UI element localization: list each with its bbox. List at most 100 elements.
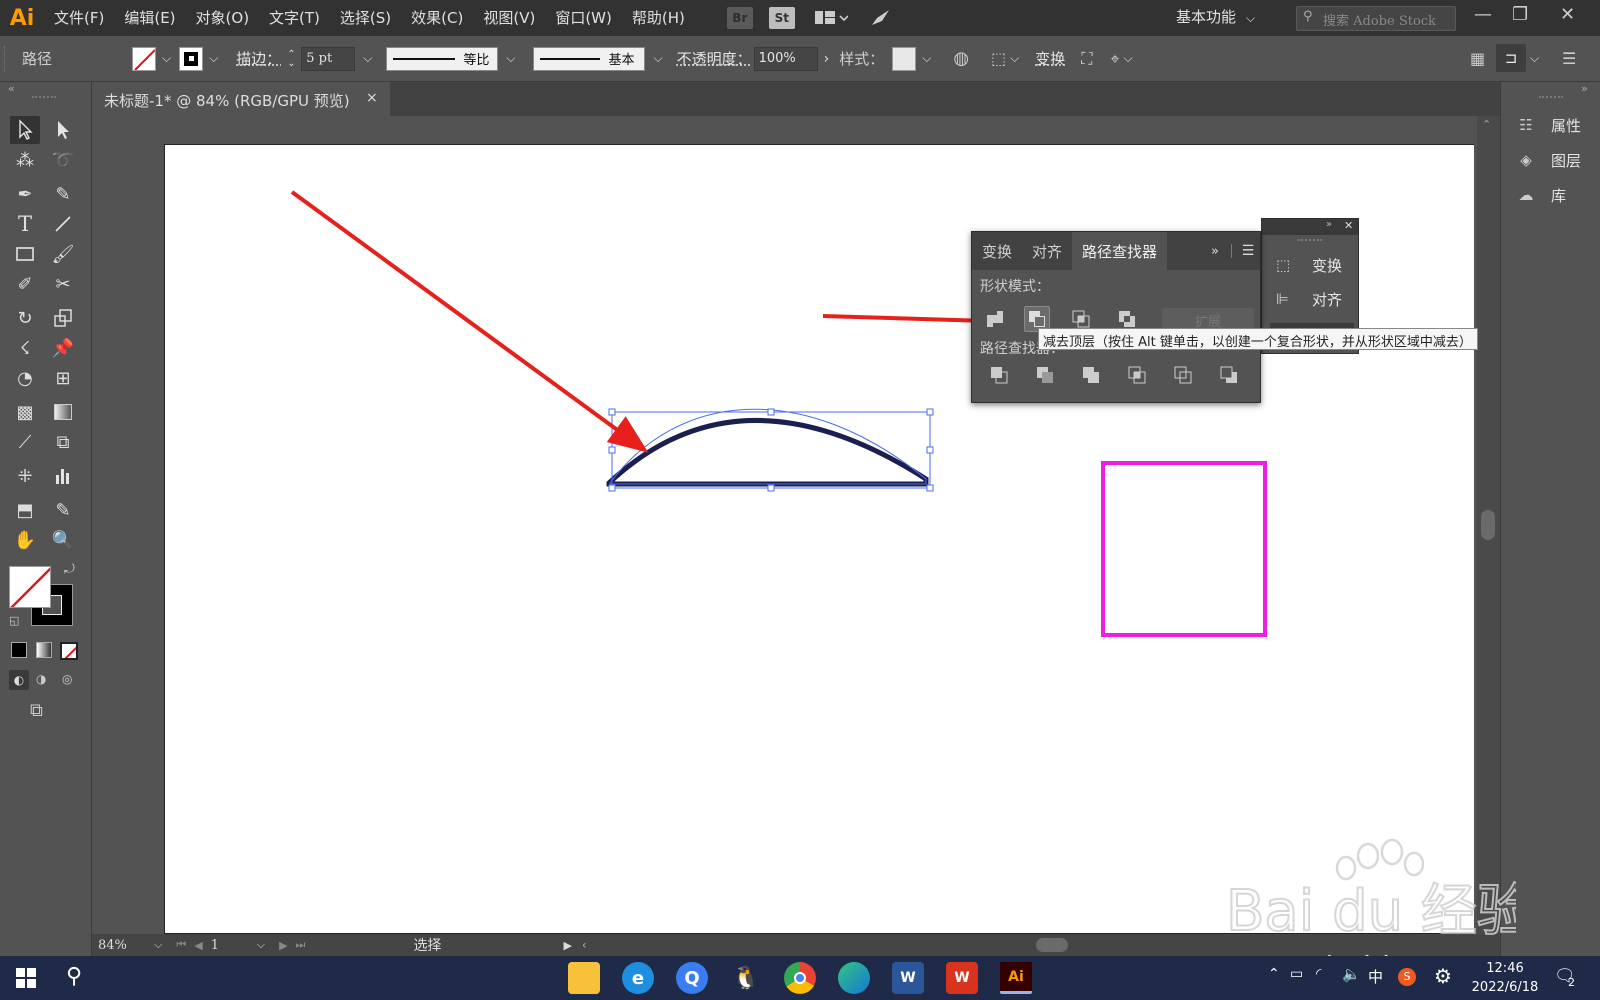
scroll-up-icon[interactable]: ⌃: [1482, 118, 1491, 131]
chevron-down-icon[interactable]: ⌵: [653, 51, 662, 66]
edge-icon[interactable]: [838, 962, 870, 994]
stroke-weight-label[interactable]: 描边：: [236, 48, 281, 69]
chevron-down-icon[interactable]: ⌵: [506, 51, 515, 66]
unite-button[interactable]: [982, 306, 1008, 332]
mini-panel-grip[interactable]: [1298, 239, 1322, 241]
vertical-scrollbar[interactable]: ⌃: [1477, 116, 1500, 934]
collapse-dock-icon[interactable]: »: [1581, 82, 1588, 95]
windows-start-icon[interactable]: [16, 968, 36, 988]
status-menu-icon[interactable]: ▶: [563, 939, 571, 952]
bridge-icon[interactable]: Br: [726, 7, 753, 29]
menu-window[interactable]: 窗口(W): [545, 0, 622, 36]
gradient-mode-button[interactable]: [36, 642, 52, 658]
magenta-square[interactable]: [1101, 461, 1267, 637]
graphic-style-swatch[interactable]: [892, 46, 917, 71]
rotate-tool[interactable]: ↻: [10, 304, 40, 332]
gpu-performance-icon[interactable]: [867, 7, 893, 29]
draw-behind-button[interactable]: ◑: [36, 672, 46, 686]
tab-pathfinder[interactable]: 路径查找器: [1072, 232, 1168, 270]
perspective-grid-tool[interactable]: ⊞: [48, 364, 78, 392]
magic-wand-tool[interactable]: ⁂: [10, 146, 40, 174]
expand-panels-icon[interactable]: »: [1326, 219, 1332, 230]
chevron-down-icon[interactable]: ⌵: [1010, 51, 1019, 66]
first-artboard-icon[interactable]: ⏮: [176, 938, 186, 952]
semicircle-path[interactable]: [606, 418, 929, 487]
artboard-number-field[interactable]: 1: [211, 938, 257, 953]
horizontal-scroll-thumb[interactable]: [1036, 938, 1068, 952]
scroll-left-icon[interactable]: ‹: [582, 938, 587, 952]
menu-help[interactable]: 帮助(H): [622, 0, 695, 36]
puppet-warp-icon[interactable]: ⌖: [1110, 49, 1119, 69]
lasso-tool[interactable]: ➰: [48, 146, 78, 174]
qq-icon[interactable]: 🐧: [730, 962, 762, 994]
type-tool[interactable]: T: [10, 210, 40, 238]
menu-edit[interactable]: 编辑(E): [114, 0, 185, 36]
close-icon[interactable]: ✕: [1344, 219, 1353, 232]
device-icon[interactable]: ▭: [1290, 966, 1303, 982]
illustrator-taskbar-icon[interactable]: Ai: [1000, 962, 1032, 994]
arrange-panels-icon[interactable]: ▦: [1470, 49, 1485, 68]
search-icon[interactable]: ⚲: [66, 964, 82, 989]
draw-inside-button[interactable]: ◎: [62, 672, 72, 686]
brush-definition[interactable]: 基本: [533, 46, 646, 71]
zoom-field[interactable]: 84%: [92, 938, 154, 953]
selection-tool[interactable]: [10, 116, 40, 144]
mesh-tool[interactable]: ▩: [10, 398, 40, 426]
mini-transform[interactable]: ⬚ 变换: [1276, 251, 1342, 279]
line-segment-tool[interactable]: [48, 210, 78, 238]
stock-search-input[interactable]: ⚲ 搜索 Adobe Stock: [1296, 6, 1456, 31]
arrange-documents-icon[interactable]: [811, 7, 851, 29]
close-tab-icon[interactable]: ×: [366, 90, 378, 106]
panel-layout-button[interactable]: ⊐: [1496, 44, 1526, 72]
taskbar-clock[interactable]: 12:46 2022/6/18: [1470, 959, 1540, 997]
bbox-handle[interactable]: [608, 446, 616, 454]
curvature-tool[interactable]: ✎: [48, 180, 78, 208]
mini-align[interactable]: ⊫ 对齐: [1276, 285, 1342, 313]
symbol-sprayer-tool[interactable]: ⁜: [10, 462, 40, 490]
isolate-icon[interactable]: ⛶: [1081, 49, 1092, 69]
fill-swatch[interactable]: [132, 46, 156, 71]
bbox-handle[interactable]: [926, 408, 934, 416]
chevron-down-icon[interactable]: ⌵: [363, 51, 372, 66]
chrome-icon[interactable]: [784, 962, 816, 994]
trim-button[interactable]: [1032, 362, 1058, 388]
bbox-handle[interactable]: [926, 484, 934, 492]
opacity-label[interactable]: 不透明度：: [677, 48, 752, 69]
merge-button[interactable]: [1078, 362, 1104, 388]
tab-align[interactable]: 对齐: [1022, 232, 1072, 270]
quark-browser-icon[interactable]: Q: [676, 962, 708, 994]
shape-builder-tool[interactable]: ◔: [10, 364, 40, 392]
stroke-weight-stepper[interactable]: ⌃ ⌄: [287, 49, 301, 68]
artboard-tool[interactable]: ⬒: [10, 496, 40, 524]
expand-panel-icon[interactable]: »: [1203, 232, 1227, 270]
file-explorer-icon[interactable]: [568, 962, 600, 994]
menu-view[interactable]: 视图(V): [473, 0, 545, 36]
swap-fill-stroke-icon[interactable]: ⤾: [64, 562, 75, 577]
mini-panel-header[interactable]: » ✕: [1262, 219, 1358, 235]
control-menu-icon[interactable]: ☰: [1562, 49, 1576, 68]
dock-grip[interactable]: [1539, 96, 1563, 98]
warp-tool[interactable]: ☇: [10, 334, 40, 362]
variable-width-profile[interactable]: 等比: [386, 46, 499, 71]
wifi-icon[interactable]: ◜: [1316, 966, 1321, 982]
bbox-handle[interactable]: [608, 408, 616, 416]
show-hidden-icons[interactable]: ⌃: [1268, 966, 1280, 982]
workspace-switcher[interactable]: 基本功能 ⌵: [1176, 6, 1255, 27]
outline-button[interactable]: [1170, 362, 1196, 388]
puppet-warp-tool[interactable]: 📌: [48, 334, 78, 362]
chevron-down-icon[interactable]: ⌵: [154, 938, 162, 952]
zoom-tool[interactable]: 🔍: [48, 526, 78, 554]
chevron-down-icon[interactable]: ⌵: [162, 51, 171, 66]
volume-icon[interactable]: 🔈: [1342, 965, 1361, 983]
none-mode-button[interactable]: [60, 642, 78, 660]
panel-menu-icon[interactable]: ☰: [1236, 232, 1260, 270]
color-mode-button[interactable]: [11, 642, 27, 658]
paintbrush-tool[interactable]: 🖌: [48, 240, 78, 268]
menu-object[interactable]: 对象(O): [186, 0, 260, 36]
previous-artboard-icon[interactable]: ◀: [194, 939, 202, 952]
blend-tool[interactable]: ⧉: [48, 428, 78, 456]
bbox-handle[interactable]: [767, 408, 775, 416]
rectangle-tool[interactable]: [10, 240, 40, 268]
sogou-ime-icon[interactable]: S: [1398, 968, 1416, 986]
dock-properties[interactable]: ☷ 属性: [1513, 110, 1581, 140]
